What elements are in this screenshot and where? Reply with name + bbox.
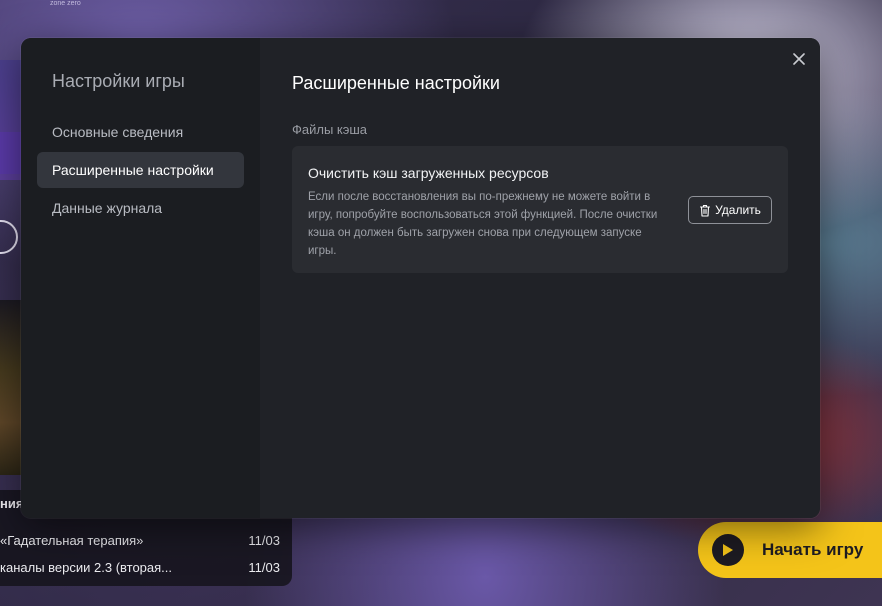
page-title: Расширенные настройки (292, 73, 500, 93)
settings-dialog: Настройки игры Основные сведения Расшире… (21, 38, 820, 518)
delete-cache-label: Удалить (715, 203, 761, 217)
news-item-title: «Гадательная терапия» (0, 533, 144, 548)
news-item[interactable]: «Гадательная терапия» 11/03 (0, 533, 280, 548)
play-icon (712, 534, 744, 566)
news-item-date: 11/03 (248, 533, 280, 548)
sidebar-item-advanced-settings[interactable]: Расширенные настройки (37, 152, 244, 188)
sidebar-item-log-data[interactable]: Данные журнала (37, 190, 244, 226)
sidebar-title: Настройки игры (52, 71, 185, 91)
settings-sidebar: Настройки игры Основные сведения Расшире… (21, 38, 260, 518)
sidebar-item-basic-info[interactable]: Основные сведения (37, 114, 244, 150)
news-item-title: каналы версии 2.3 (вторая... (0, 560, 173, 575)
event-card[interactable] (0, 300, 22, 475)
delete-cache-button[interactable]: Удалить (688, 196, 772, 224)
banner-tag (0, 132, 22, 174)
banner-circle-button[interactable] (0, 220, 18, 254)
close-icon (793, 53, 805, 65)
start-game-button[interactable]: Начать игру (698, 522, 882, 578)
clear-cache-description: Если после восстановления вы по-прежнему… (308, 191, 658, 257)
game-logo: zone zero (50, 0, 81, 7)
clear-cache-card: Очистить кэш загруженных ресурсов Если п… (292, 146, 788, 273)
section-label-cache-files: Файлы кэша (292, 122, 368, 137)
start-game-label: Начать игру (762, 540, 864, 559)
clear-cache-title: Очистить кэш загруженных ресурсов (308, 165, 549, 181)
news-heading: ния (0, 496, 24, 511)
close-button[interactable] (790, 50, 808, 68)
news-item[interactable]: каналы версии 2.3 (вторая... 11/03 (0, 560, 280, 575)
settings-content: Расширенные настройки Файлы кэша Очистит… (260, 38, 820, 518)
news-item-date: 11/03 (248, 560, 280, 575)
trash-icon (700, 204, 711, 217)
